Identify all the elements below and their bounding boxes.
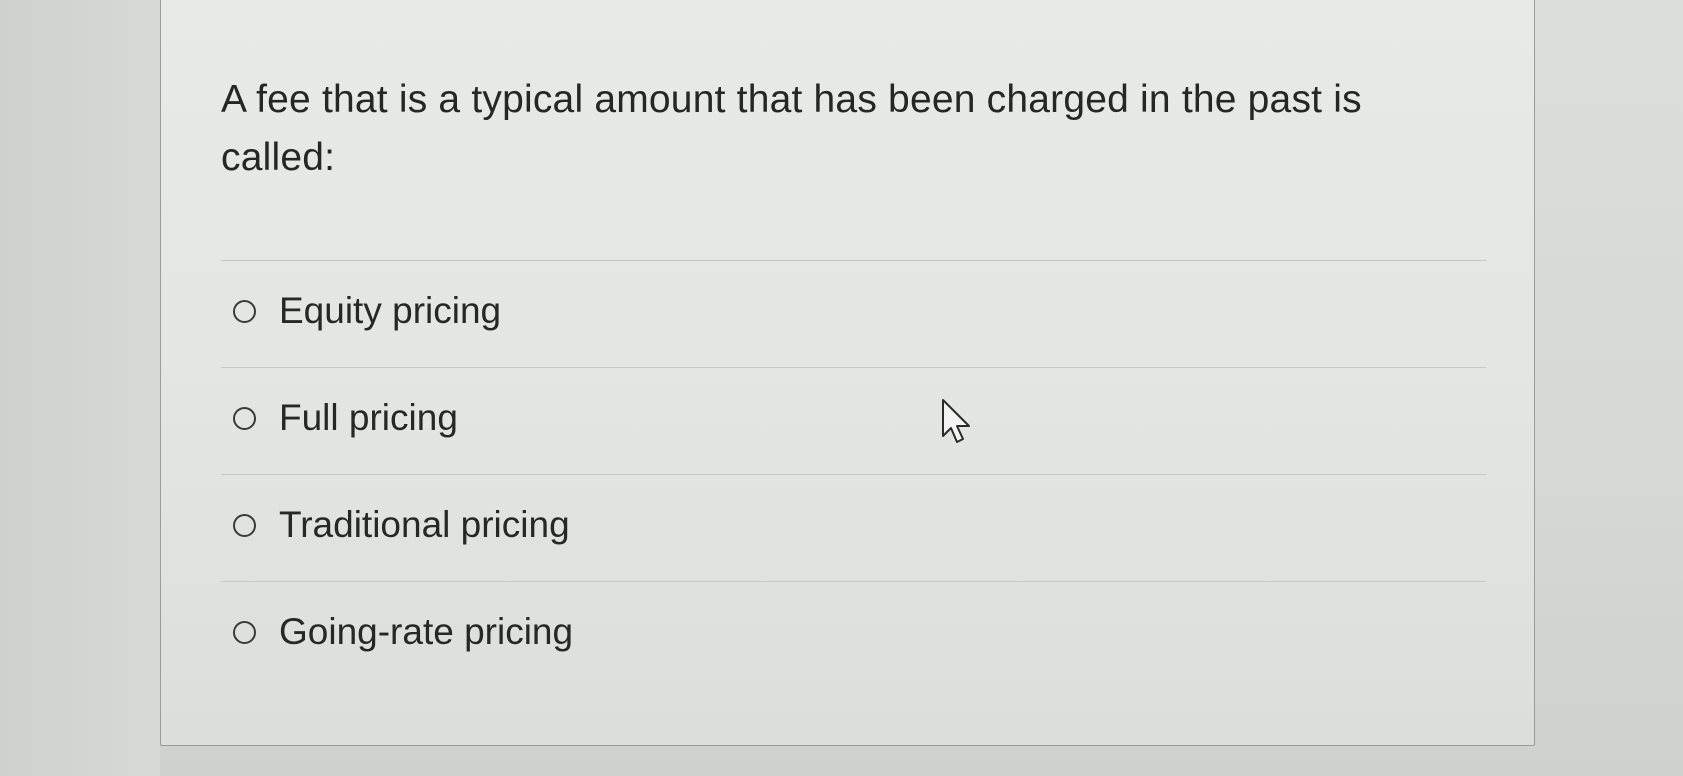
divider — [221, 260, 1486, 261]
option-label: Traditional pricing — [279, 504, 570, 545]
question-text: A fee that is a typical amount that has … — [221, 78, 1362, 179]
option-label: Equity pricing — [279, 290, 502, 331]
divider — [221, 367, 1486, 368]
option-going-rate-pricing[interactable]: Going-rate pricing — [233, 611, 573, 653]
mouse-pointer-icon — [942, 399, 970, 443]
radio-unchecked-icon[interactable] — [233, 299, 256, 323]
background-shade — [0, 0, 160, 776]
option-equity-pricing[interactable]: Equity pricing — [233, 290, 501, 332]
option-label: Full pricing — [279, 397, 458, 438]
divider — [221, 581, 1486, 582]
option-label: Going-rate pricing — [279, 611, 574, 652]
option-traditional-pricing[interactable]: Traditional pricing — [233, 504, 570, 546]
radio-unchecked-icon[interactable] — [233, 620, 256, 644]
radio-unchecked-icon[interactable] — [233, 406, 256, 430]
divider — [221, 474, 1486, 475]
radio-unchecked-icon[interactable] — [233, 513, 256, 537]
option-full-pricing[interactable]: Full pricing — [233, 397, 458, 439]
question-card: A fee that is a typical amount that has … — [160, 0, 1535, 746]
